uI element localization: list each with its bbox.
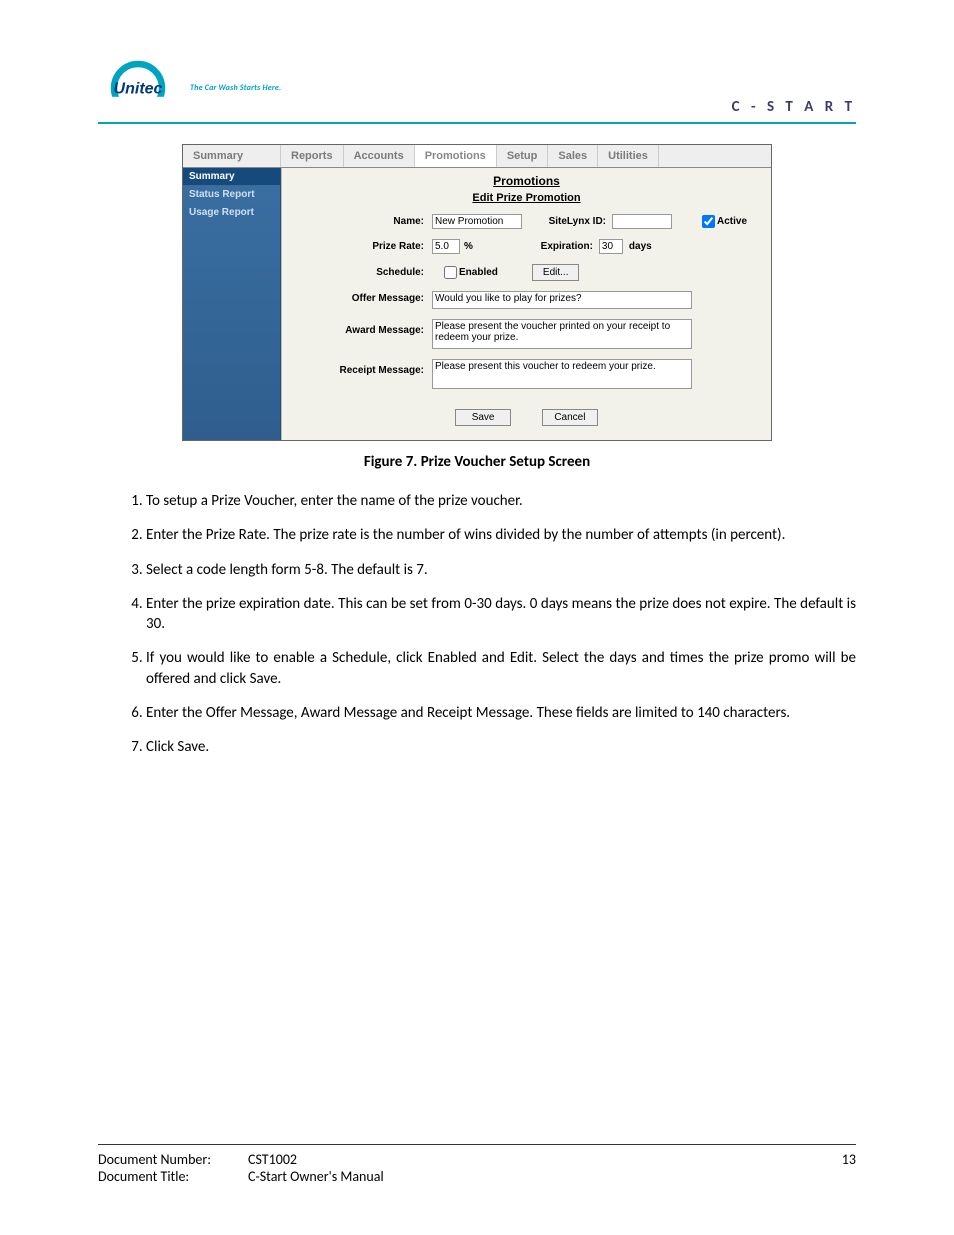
panel-subtitle: Edit Prize Promotion — [292, 192, 761, 204]
tab-sales[interactable]: Sales — [548, 145, 598, 167]
logo-tagline: The Car Wash Starts Here. — [190, 83, 281, 93]
edit-button[interactable]: Edit... — [532, 264, 580, 281]
award-input[interactable]: Please present the voucher printed on yo… — [432, 319, 692, 349]
page-number: 13 — [816, 1151, 856, 1168]
sitelynx-input[interactable] — [612, 214, 672, 229]
tab-utilities[interactable]: Utilities — [598, 145, 659, 167]
expiration-label: Expiration: — [509, 241, 599, 252]
offer-input[interactable]: Would you like to play for prizes? — [432, 291, 692, 309]
step-item: Click Save. — [146, 737, 856, 757]
step-item: Select a code length form 5-8. The defau… — [146, 560, 856, 580]
award-label: Award Message: — [292, 319, 432, 336]
expiration-input[interactable] — [599, 239, 623, 254]
panel-title: Promotions — [292, 174, 761, 188]
tab-promotions[interactable]: Promotions — [415, 145, 497, 167]
tab-setup[interactable]: Setup — [497, 145, 549, 167]
tab-summary[interactable]: Summary — [183, 145, 281, 167]
days-label: days — [629, 241, 652, 252]
sidebar-item-usage-report[interactable]: Usage Report — [183, 204, 280, 222]
tab-reports[interactable]: Reports — [281, 145, 344, 167]
doctitle-value: C-Start Owner's Manual — [248, 1168, 856, 1185]
enabled-checkbox[interactable] — [444, 266, 457, 279]
unitec-logo: Unitec — [98, 60, 178, 116]
tab-accounts[interactable]: Accounts — [344, 145, 415, 167]
schedule-label: Schedule: — [292, 267, 432, 278]
sidebar: Summary Status Report Usage Report — [183, 168, 281, 440]
page-header: Unitec The Car Wash Starts Here. C - S T… — [98, 60, 856, 124]
step-item: Enter the Offer Message, Award Message a… — [146, 703, 856, 723]
svg-text:Unitec: Unitec — [114, 81, 163, 98]
cancel-button[interactable]: Cancel — [542, 409, 598, 426]
instruction-list: To setup a Prize Voucher, enter the name… — [98, 491, 856, 757]
receipt-label: Receipt Message: — [292, 359, 432, 376]
step-item: Enter the prize expiration date. This ca… — [146, 594, 856, 635]
logo-block: Unitec The Car Wash Starts Here. — [98, 60, 281, 116]
active-label: Active — [717, 216, 747, 227]
step-item: If you would like to enable a Schedule, … — [146, 648, 856, 689]
sitelynx-label: SiteLynx ID: — [522, 216, 612, 227]
app-screenshot: Summary Reports Accounts Promotions Setu… — [182, 144, 772, 441]
name-input[interactable] — [432, 214, 522, 229]
offer-label: Offer Message: — [292, 291, 432, 304]
prize-rate-label: Prize Rate: — [292, 241, 432, 252]
sidebar-item-status-report[interactable]: Status Report — [183, 186, 280, 204]
step-item: Enter the Prize Rate. The prize rate is … — [146, 525, 856, 545]
doc-section-title: C - S T A R T — [732, 98, 856, 116]
main-panel: Promotions Edit Prize Promotion Name: Si… — [281, 168, 771, 440]
docnum-label: Document Number: — [98, 1151, 248, 1168]
step-item: To setup a Prize Voucher, enter the name… — [146, 491, 856, 511]
save-button[interactable]: Save — [455, 409, 511, 426]
doctitle-label: Document Title: — [98, 1168, 248, 1185]
sidebar-item-summary[interactable]: Summary — [183, 168, 280, 186]
name-label: Name: — [292, 216, 432, 227]
tab-bar: Summary Reports Accounts Promotions Setu… — [183, 145, 771, 168]
docnum-value: CST1002 — [248, 1151, 816, 1168]
figure-caption: Figure 7. Prize Voucher Setup Screen — [98, 453, 856, 471]
page-footer: Document Number: CST1002 13 Document Tit… — [98, 1144, 856, 1185]
enabled-label: Enabled — [459, 267, 498, 278]
percent-label: % — [464, 241, 473, 252]
prize-rate-input[interactable] — [432, 239, 460, 254]
active-checkbox[interactable] — [702, 215, 715, 228]
receipt-input[interactable]: Please present this voucher to redeem yo… — [432, 359, 692, 389]
